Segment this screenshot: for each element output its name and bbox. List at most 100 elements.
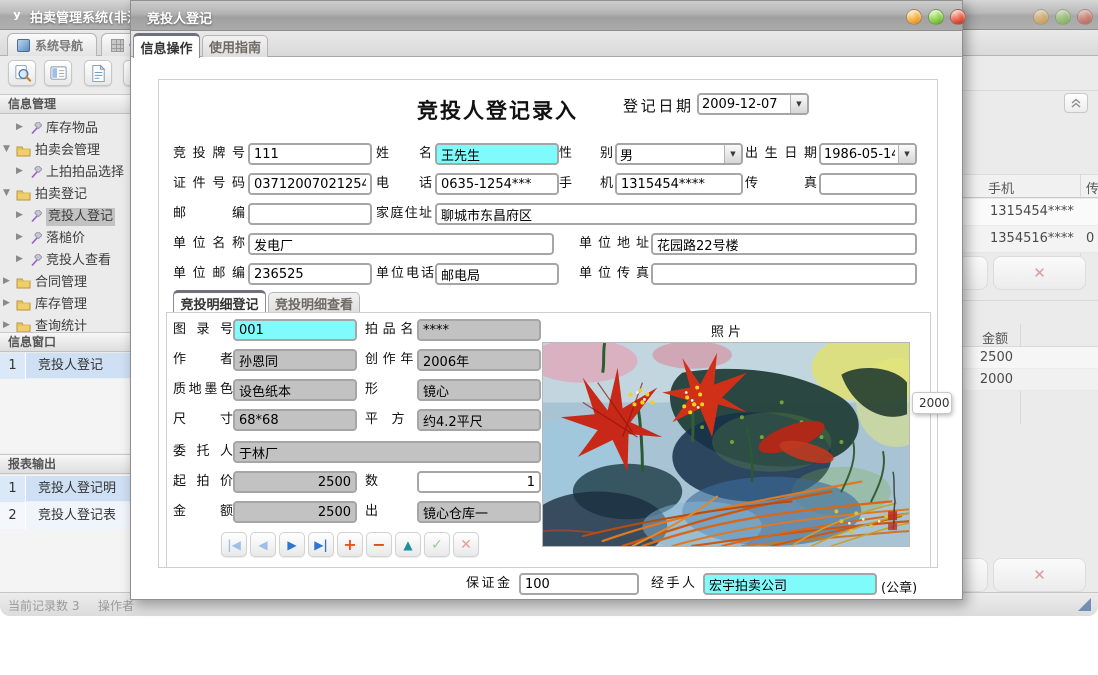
home-address-field[interactable] bbox=[435, 203, 917, 225]
start-price-field[interactable] bbox=[233, 471, 357, 493]
nav-cancel-button[interactable]: ✕ bbox=[453, 532, 479, 557]
birth-date-combo[interactable] bbox=[819, 143, 917, 165]
x-icon: ✕ bbox=[1033, 566, 1046, 584]
nav-insert-button[interactable]: + bbox=[337, 532, 363, 557]
search-icon bbox=[13, 64, 32, 83]
cell-amount: 2500 bbox=[960, 350, 1013, 365]
tab-user-guide[interactable]: 使用指南 bbox=[202, 35, 268, 57]
delete-record-button[interactable]: ✕ bbox=[993, 256, 1086, 290]
birth-date-value[interactable] bbox=[821, 145, 898, 163]
card-icon bbox=[49, 64, 68, 83]
sidebar-item-lot-select[interactable]: ▶ 上拍拍品选择 bbox=[0, 162, 130, 184]
nav-prev-button[interactable]: ◀ bbox=[250, 532, 276, 557]
fax-label: 传真 bbox=[745, 173, 817, 195]
item-name-field[interactable] bbox=[417, 319, 541, 341]
resize-grip[interactable] bbox=[1078, 598, 1091, 611]
list-item-number: 2 bbox=[0, 503, 26, 529]
size-field[interactable] bbox=[233, 409, 357, 431]
sidebar-item-inventory-goods[interactable]: ▶ 库存物品 bbox=[0, 118, 130, 140]
expand-arrow-icon[interactable]: ▶ bbox=[16, 210, 23, 220]
year-field[interactable] bbox=[417, 349, 541, 371]
expand-arrow-icon[interactable]: ▶ bbox=[16, 166, 23, 176]
nav-next-button[interactable]: ▶ bbox=[279, 532, 305, 557]
collapse-panel-button[interactable] bbox=[1064, 93, 1088, 113]
chevron-down-icon[interactable] bbox=[790, 95, 807, 113]
author-field[interactable] bbox=[233, 349, 357, 371]
tab-info-operation[interactable]: 信息操作 bbox=[133, 33, 200, 58]
sidebar-item-contract-mgmt[interactable]: ▶ 合同管理 bbox=[0, 272, 130, 294]
fax-field[interactable] bbox=[819, 173, 917, 195]
tab-detail-register[interactable]: 竞投明细登记 bbox=[173, 290, 266, 313]
minimize-button[interactable] bbox=[1033, 9, 1049, 25]
amount-field[interactable] bbox=[233, 501, 357, 523]
sidebar-item-hammer-price[interactable]: ▶ 落槌价 bbox=[0, 228, 130, 250]
expand-arrow-icon[interactable]: ▶ bbox=[16, 232, 23, 242]
gender-value[interactable] bbox=[617, 145, 724, 163]
chevron-down-icon[interactable] bbox=[898, 145, 915, 163]
minimize-button[interactable] bbox=[906, 9, 922, 25]
square-feet-field[interactable] bbox=[417, 409, 541, 431]
sidebar-item-bidder-view[interactable]: ▶ 竞投人查看 bbox=[0, 250, 130, 272]
company-field[interactable] bbox=[248, 233, 554, 255]
nav-last-button[interactable]: ▶| bbox=[308, 532, 334, 557]
id-number-field[interactable] bbox=[248, 173, 372, 195]
deposit-field[interactable] bbox=[519, 573, 639, 595]
company-fax-field[interactable] bbox=[651, 263, 917, 285]
list-item[interactable]: 2 竞投人登记表 bbox=[0, 503, 130, 529]
reg-date-value[interactable] bbox=[699, 95, 790, 113]
sidebar-item-label: 上拍拍品选择 bbox=[46, 164, 124, 182]
sidebar-item-auction-mgmt[interactable]: ▼ 拍卖会管理 bbox=[0, 140, 130, 162]
warehouse-field[interactable] bbox=[417, 501, 541, 523]
material-field[interactable] bbox=[233, 379, 357, 401]
nav-delete-button[interactable]: − bbox=[366, 532, 392, 557]
grid-icon bbox=[111, 39, 124, 52]
form-type-field[interactable] bbox=[417, 379, 541, 401]
nav-first-button[interactable]: |◀ bbox=[221, 532, 247, 557]
close-button[interactable] bbox=[950, 9, 966, 25]
zip-field[interactable] bbox=[248, 203, 372, 225]
search-button[interactable] bbox=[8, 60, 36, 86]
collapse-arrow-icon[interactable]: ▼ bbox=[3, 188, 10, 198]
tab-detail-view[interactable]: 竞投明细查看 bbox=[268, 292, 360, 313]
expand-arrow-icon[interactable]: ▶ bbox=[16, 122, 23, 132]
name-label: 姓名 bbox=[376, 143, 432, 165]
maximize-button[interactable] bbox=[1055, 9, 1071, 25]
sidebar-item-label: 拍卖登记 bbox=[35, 186, 87, 204]
sidebar-item-auction-reg[interactable]: ▼ 拍卖登记 bbox=[0, 184, 130, 206]
phone-field[interactable] bbox=[435, 173, 559, 195]
nav-post-button[interactable]: ✓ bbox=[424, 532, 450, 557]
expand-arrow-icon[interactable]: ▶ bbox=[3, 298, 10, 308]
close-button[interactable] bbox=[1077, 9, 1093, 25]
name-field[interactable] bbox=[435, 143, 559, 165]
handler-label: 经手人 bbox=[651, 573, 695, 595]
gavel-icon bbox=[29, 122, 43, 136]
mobile-field[interactable] bbox=[615, 173, 743, 195]
tab-system-nav[interactable]: 系统导航 bbox=[7, 33, 97, 56]
expand-arrow-icon[interactable]: ▶ bbox=[3, 276, 10, 286]
delete-record-button[interactable]: ✕ bbox=[993, 558, 1086, 592]
quantity-field[interactable] bbox=[417, 471, 541, 493]
list-item-label: 竞投人登记 bbox=[38, 353, 103, 379]
list-item[interactable]: 1 竞投人登记 bbox=[0, 353, 130, 379]
sidebar-item-bidder-reg[interactable]: ▶ 竞投人登记 bbox=[0, 206, 130, 228]
catalog-no-field[interactable] bbox=[233, 319, 357, 341]
company-zip-field[interactable] bbox=[248, 263, 372, 285]
expand-arrow-icon[interactable]: ▶ bbox=[3, 320, 10, 330]
card-view-button[interactable] bbox=[44, 60, 72, 86]
company-address-field[interactable] bbox=[651, 233, 917, 255]
consignor-field[interactable] bbox=[233, 441, 541, 463]
document-button[interactable] bbox=[84, 60, 112, 86]
sidebar-item-inventory-mgmt[interactable]: ▶ 库存管理 bbox=[0, 294, 130, 316]
reg-date-combo[interactable] bbox=[697, 93, 809, 115]
company-phone-field[interactable] bbox=[435, 263, 559, 285]
collapse-arrow-icon[interactable]: ▼ bbox=[3, 144, 10, 154]
list-item[interactable]: 1 竞投人登记明 bbox=[0, 476, 130, 502]
bidder-no-field[interactable] bbox=[248, 143, 372, 165]
expand-arrow-icon[interactable]: ▶ bbox=[16, 254, 23, 264]
author-label: 作者 bbox=[173, 349, 233, 371]
gender-combo[interactable] bbox=[615, 143, 743, 165]
nav-edit-button[interactable]: ▲ bbox=[395, 532, 421, 557]
maximize-button[interactable] bbox=[928, 9, 944, 25]
handler-field[interactable] bbox=[703, 573, 877, 595]
chevron-down-icon[interactable] bbox=[724, 145, 741, 163]
